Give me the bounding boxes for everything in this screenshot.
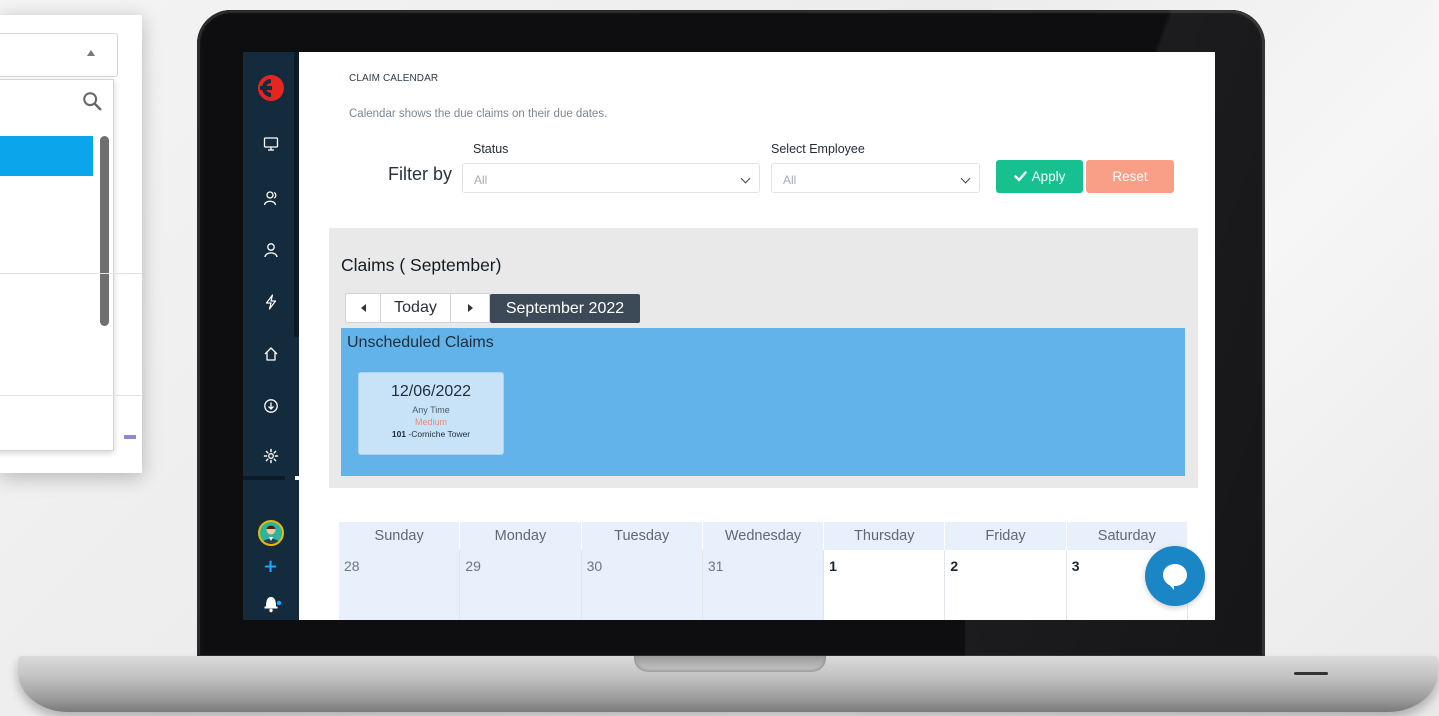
claim-location-id: 101 [391,429,407,439]
reset-button[interactable]: Reset [1086,160,1174,193]
caret-right-icon [467,304,473,312]
status-select-value: All [474,173,488,187]
user-icon[interactable] [259,238,283,262]
calendar-day-cell[interactable]: 29 [460,550,582,620]
weekday-header: Sunday [339,522,461,550]
employee-label: Select Employee [771,142,865,156]
main-content: CLAIM CALENDAR Calendar shows the due cl… [299,52,1215,620]
weekday-header: Friday [945,522,1067,550]
laptop-notch [634,656,826,672]
sidebar: + [243,52,299,620]
current-month-label: September 2022 [490,294,640,323]
monitor-icon[interactable] [259,132,283,156]
today-button[interactable]: Today [381,294,451,322]
next-month-button[interactable] [451,294,489,322]
apply-button-label: Apply [1031,169,1066,184]
calendar-week-row: 28 29 30 31 1 2 3 [339,550,1188,620]
app-screen: + CLAIM CALENDAR Calendar shows the due … [243,52,1215,620]
filter-label: Filter by [388,164,453,184]
chat-widget-button[interactable] [1145,546,1205,606]
chevron-down-icon [960,173,971,184]
page-subtitle: Calendar shows the due claims on their d… [349,108,608,120]
chat-bubble-icon [1163,564,1187,590]
weekday-header: Thursday [824,522,946,550]
brand-logo-icon[interactable] [257,74,285,102]
calendar-day-cell[interactable]: 31 [702,550,825,620]
page-title: CLAIM CALENDAR [349,73,439,84]
employee-select-value: All [783,173,797,187]
reset-button-label: Reset [1112,169,1148,184]
claim-location-name: -Corniche Tower [408,429,471,439]
unscheduled-claims-title: Unscheduled Claims [347,334,494,351]
weekday-header: Wednesday [703,522,825,550]
calendar-nav-group: Today [345,293,490,323]
caret-left-icon [360,304,366,312]
chevron-down-icon [740,173,751,184]
avatar[interactable] [258,520,284,546]
accent-mark [124,435,136,439]
settings-icon[interactable] [259,444,283,468]
unscheduled-claims-area: Unscheduled Claims 12/06/2022 Any Time M… [341,328,1185,476]
claim-location: 101 -Corniche Tower [359,429,503,439]
apply-button[interactable]: Apply [996,160,1083,193]
chevron-up-icon[interactable] [87,50,95,56]
floating-dropdown-panel [0,15,142,473]
calendar-day-cell[interactable]: 1 [824,550,946,620]
dropdown-scrollbar[interactable] [100,136,109,326]
calendar-day-cell[interactable]: 30 [581,550,703,620]
status-select[interactable]: All [462,163,760,193]
claims-panel: Claims ( September) Today September 2022… [329,228,1198,488]
check-icon [1013,171,1027,182]
plus-icon[interactable]: + [263,558,278,576]
prev-month-button[interactable] [346,294,381,322]
dropdown-highlighted-option[interactable] [0,136,93,176]
weekday-header: Monday [460,522,582,550]
users-icon[interactable] [259,186,283,210]
employee-select[interactable]: All [771,163,980,193]
search-icon[interactable] [81,90,103,112]
claim-priority: Medium [414,417,447,427]
calendar-weekday-header: Sunday Monday Tuesday Wednesday Thursday… [339,522,1188,550]
laptop-indicator [1294,672,1328,675]
status-label: Status [473,142,509,156]
calendar-day-cell[interactable]: 28 [339,550,461,620]
notification-bell-icon[interactable] [261,593,283,613]
calendar-day-cell[interactable]: 2 [945,550,1067,620]
divider [0,395,142,396]
dropdown-select-box[interactable] [0,33,118,77]
laptop-base [18,656,1438,712]
sidebar-divider [243,476,285,480]
bolt-icon[interactable] [259,290,283,314]
divider [0,273,142,274]
download-icon[interactable] [259,394,283,418]
home-icon[interactable] [259,342,283,366]
claim-date: 12/06/2022 [390,383,472,400]
claims-title: Claims ( September) [341,255,502,275]
weekday-header: Tuesday [582,522,703,550]
claim-time: Any Time [412,405,450,415]
claim-card[interactable]: 12/06/2022 Any Time Medium 101 -Corniche… [358,372,504,455]
